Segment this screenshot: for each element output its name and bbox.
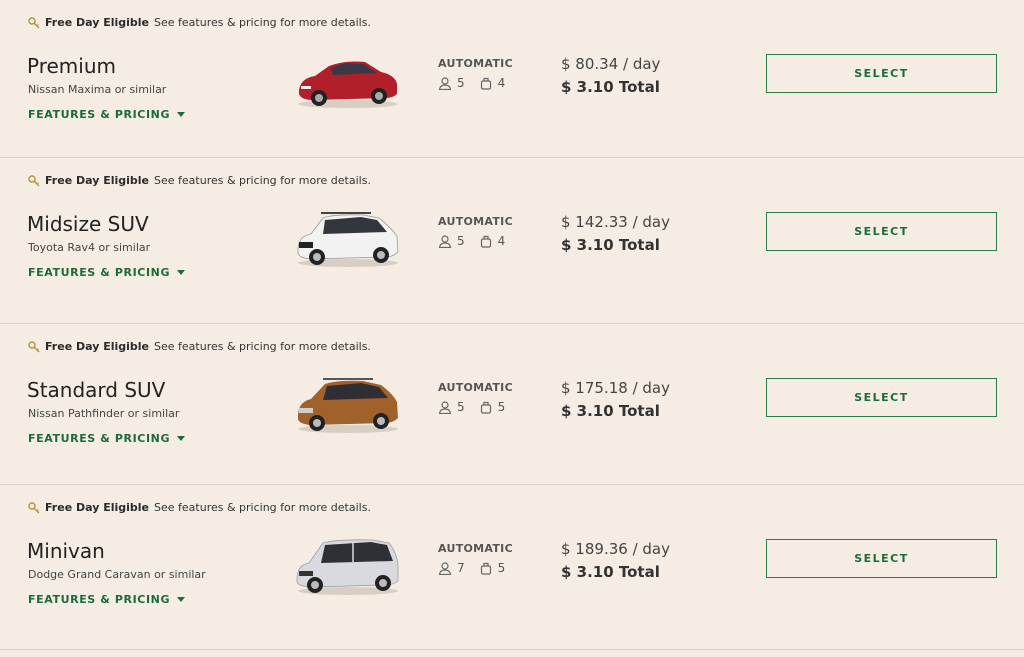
total-price: $ 3.10 Total xyxy=(561,402,660,420)
total-price: $ 3.10 Total xyxy=(561,78,660,96)
bag-count-value: 5 xyxy=(497,400,506,414)
bag-count-value: 4 xyxy=(497,76,506,90)
free-day-detail: See features & pricing for more details. xyxy=(154,501,371,514)
total-price: $ 3.10 Total xyxy=(561,563,660,581)
vehicle-specs: 5 4 xyxy=(438,234,505,248)
passenger-count-value: 5 xyxy=(457,234,465,248)
free-day-notice: Free Day Eligible See features & pricing… xyxy=(28,174,371,187)
free-day-detail: See features & pricing for more details. xyxy=(154,174,371,187)
key-icon xyxy=(28,16,40,28)
person-icon xyxy=(438,561,452,575)
vehicle-class-name: Standard SUV xyxy=(27,378,166,402)
features-pricing-toggle[interactable]: FEATURES & PRICING xyxy=(28,108,186,121)
vehicle-specs: 5 5 xyxy=(438,400,505,414)
free-day-notice: Free Day Eligible See features & pricing… xyxy=(28,340,371,353)
features-pricing-label: FEATURES & PRICING xyxy=(28,266,171,279)
transmission-label: AUTOMATIC xyxy=(438,381,513,394)
person-icon xyxy=(438,76,452,90)
features-pricing-label: FEATURES & PRICING xyxy=(28,108,171,121)
person-icon xyxy=(438,400,452,414)
vehicle-specs: 5 4 xyxy=(438,76,505,90)
luggage-icon xyxy=(480,235,491,248)
passenger-count: 5 xyxy=(438,400,465,414)
suv-car-image xyxy=(297,212,399,267)
minivan-car-image xyxy=(296,539,399,595)
person-icon xyxy=(438,234,452,248)
vehicle-specs: 7 5 xyxy=(438,561,505,575)
transmission-label: AUTOMATIC xyxy=(438,542,513,555)
features-pricing-toggle[interactable]: FEATURES & PRICING xyxy=(28,266,186,279)
features-pricing-toggle[interactable]: FEATURES & PRICING xyxy=(28,432,186,445)
bag-count-value: 4 xyxy=(497,234,506,248)
free-day-label: Free Day Eligible xyxy=(45,501,150,514)
bag-count: 4 xyxy=(479,76,506,90)
transmission-label: AUTOMATIC xyxy=(438,57,513,70)
select-button[interactable]: SELECT xyxy=(766,54,997,93)
free-day-detail: See features & pricing for more details. xyxy=(154,340,371,353)
free-day-label: Free Day Eligible xyxy=(45,340,150,353)
daily-rate: $ 189.36 / day xyxy=(561,540,670,558)
key-icon xyxy=(28,501,40,513)
key-icon xyxy=(28,174,40,186)
select-button[interactable]: SELECT xyxy=(766,378,997,417)
vehicle-row-premium: Free Day Eligible See features & pricing… xyxy=(0,0,1024,158)
vehicle-class-name: Minivan xyxy=(27,539,105,563)
chevron-down-icon xyxy=(177,112,186,117)
suv-car-image xyxy=(298,378,398,433)
free-day-label: Free Day Eligible xyxy=(45,174,150,187)
chevron-down-icon xyxy=(177,270,186,275)
vehicle-model: Nissan Maxima or similar xyxy=(28,83,167,96)
vehicle-row-standard-suv: Free Day Eligible See features & pricing… xyxy=(0,324,1024,485)
passenger-count-value: 7 xyxy=(457,561,465,575)
features-pricing-toggle[interactable]: FEATURES & PRICING xyxy=(28,593,186,606)
passenger-count: 5 xyxy=(438,76,465,90)
vehicle-class-name: Premium xyxy=(27,54,116,78)
luggage-icon xyxy=(480,401,491,414)
passenger-count: 7 xyxy=(438,561,465,575)
sedan-car-image xyxy=(298,61,398,108)
bag-count: 4 xyxy=(479,234,506,248)
vehicle-row-minivan: Free Day Eligible See features & pricing… xyxy=(0,485,1024,650)
select-button[interactable]: SELECT xyxy=(766,539,997,578)
total-price: $ 3.10 Total xyxy=(561,236,660,254)
vehicle-model: Toyota Rav4 or similar xyxy=(28,241,151,254)
luggage-icon xyxy=(480,562,491,575)
vehicle-model: Nissan Pathfinder or similar xyxy=(28,407,180,420)
daily-rate: $ 142.33 / day xyxy=(561,213,670,231)
chevron-down-icon xyxy=(177,597,186,602)
bag-count-value: 5 xyxy=(497,561,506,575)
free-day-label: Free Day Eligible xyxy=(45,16,150,29)
key-icon xyxy=(28,340,40,352)
daily-rate: $ 80.34 / day xyxy=(561,55,661,73)
vehicle-list: Free Day Eligible See features & pricing… xyxy=(0,0,1024,650)
daily-rate: $ 175.18 / day xyxy=(561,379,670,397)
features-pricing-label: FEATURES & PRICING xyxy=(28,593,171,606)
passenger-count: 5 xyxy=(438,234,465,248)
luggage-icon xyxy=(480,77,491,90)
select-button[interactable]: SELECT xyxy=(766,212,997,251)
free-day-detail: See features & pricing for more details. xyxy=(154,16,371,29)
passenger-count-value: 5 xyxy=(457,76,465,90)
passenger-count-value: 5 xyxy=(457,400,465,414)
transmission-label: AUTOMATIC xyxy=(438,215,513,228)
features-pricing-label: FEATURES & PRICING xyxy=(28,432,171,445)
vehicle-class-name: Midsize SUV xyxy=(27,212,149,236)
vehicle-model: Dodge Grand Caravan or similar xyxy=(28,568,206,581)
free-day-notice: Free Day Eligible See features & pricing… xyxy=(28,501,371,514)
free-day-notice: Free Day Eligible See features & pricing… xyxy=(28,16,371,29)
bag-count: 5 xyxy=(479,400,506,414)
chevron-down-icon xyxy=(177,436,186,441)
bag-count: 5 xyxy=(479,561,506,575)
vehicle-row-midsize-suv: Free Day Eligible See features & pricing… xyxy=(0,158,1024,324)
